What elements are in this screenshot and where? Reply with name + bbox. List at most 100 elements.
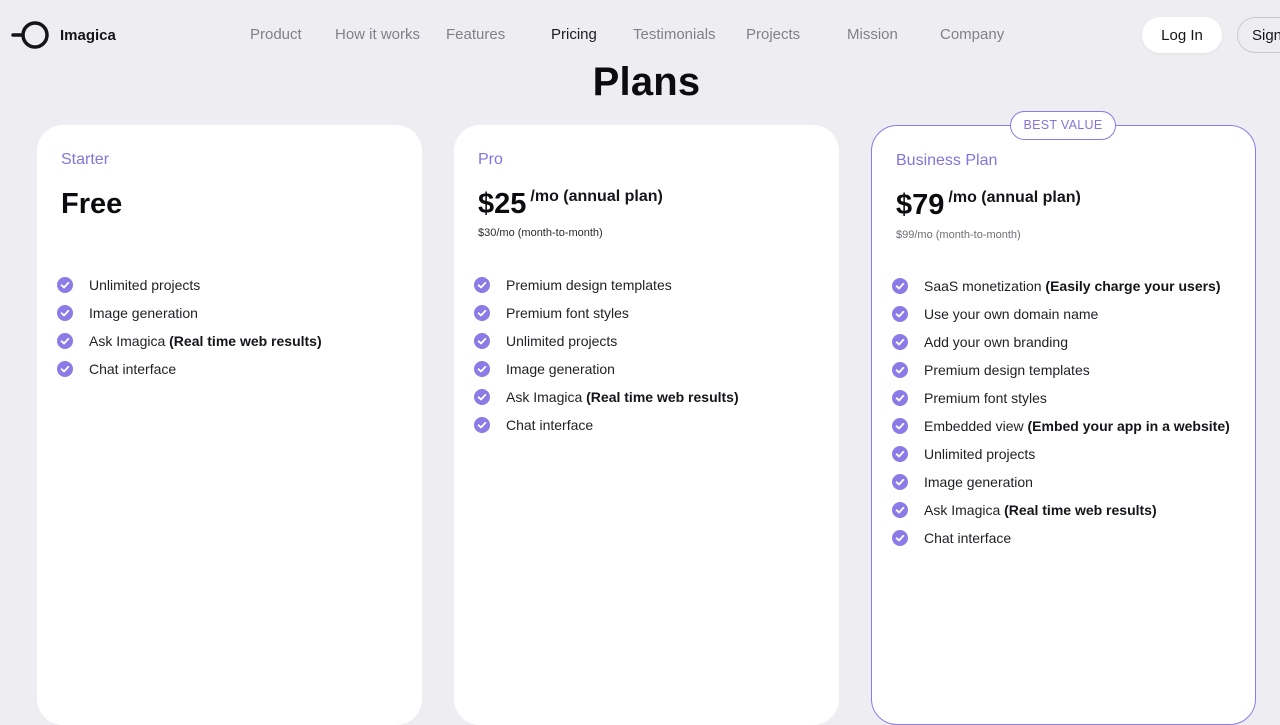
- feature-text: Embedded view (Embed your app in a websi…: [924, 418, 1230, 434]
- list-item: Chat interface: [892, 524, 1230, 552]
- check-circle-icon: [892, 362, 908, 378]
- price-period: /mo (annual plan): [530, 188, 663, 205]
- check-circle-icon: [57, 361, 73, 377]
- feature-label: Ask Imagica: [924, 502, 1001, 518]
- feature-emphasis: (Real time web results): [169, 333, 322, 349]
- list-item: Unlimited projects: [474, 327, 739, 355]
- list-item: Ask Imagica (Real time web results): [892, 496, 1230, 524]
- feature-text: Add your own branding: [924, 334, 1068, 350]
- feature-text: Chat interface: [924, 530, 1012, 546]
- list-item: Image generation: [57, 299, 322, 327]
- plan-card-business: BEST VALUE Business Plan $79 /mo (annual…: [871, 111, 1256, 725]
- best-value-badge: BEST VALUE: [1010, 111, 1116, 140]
- check-circle-icon: [892, 278, 908, 294]
- nav-link-how-it-works[interactable]: How it works: [335, 26, 420, 43]
- feature-text: SaaS monetization (Easily charge your us…: [924, 278, 1221, 294]
- check-circle-icon: [892, 334, 908, 350]
- feature-label: Ask Imagica: [89, 333, 166, 349]
- check-circle-icon: [892, 418, 908, 434]
- feature-emphasis: (Real time web results): [1004, 502, 1157, 518]
- page-title: Plans: [592, 60, 701, 104]
- check-circle-icon: [892, 502, 908, 518]
- feature-label: Embedded view: [924, 418, 1024, 434]
- feature-list: Premium design templates Premium font st…: [474, 271, 739, 439]
- check-circle-icon: [474, 305, 490, 321]
- check-circle-icon: [474, 277, 490, 293]
- check-circle-icon: [892, 390, 908, 406]
- feature-text: Premium design templates: [924, 362, 1090, 378]
- plan-name: Starter: [61, 151, 110, 168]
- list-item: Premium design templates: [892, 356, 1230, 384]
- feature-emphasis: (Easily charge your users): [1045, 278, 1221, 294]
- check-circle-icon: [474, 417, 490, 433]
- plan-price: Free: [61, 187, 122, 221]
- feature-emphasis: (Embed your app in a website): [1027, 418, 1230, 434]
- feature-text: Unlimited projects: [924, 446, 1036, 462]
- check-circle-icon: [57, 277, 73, 293]
- list-item: Premium design templates: [474, 271, 739, 299]
- list-item: Premium font styles: [474, 299, 739, 327]
- feature-text: Unlimited projects: [89, 277, 201, 293]
- check-circle-icon: [892, 530, 908, 546]
- price-amount: $79: [896, 189, 945, 221]
- nav-link-features[interactable]: Features: [446, 26, 505, 43]
- check-circle-icon: [892, 306, 908, 322]
- nav-link-testimonials[interactable]: Testimonials: [633, 26, 716, 43]
- list-item: Unlimited projects: [57, 271, 322, 299]
- check-circle-icon: [892, 474, 908, 490]
- plan-name: Business Plan: [896, 152, 998, 169]
- feature-text: Chat interface: [506, 417, 594, 433]
- plan-card-pro: Pro $25 /mo (annual plan) $30/mo (month-…: [454, 125, 839, 725]
- price-note: $99/mo (month-to-month): [896, 229, 1021, 241]
- feature-label: Ask Imagica: [506, 389, 583, 405]
- check-circle-icon: [57, 333, 73, 349]
- list-item: Ask Imagica (Real time web results): [57, 327, 322, 355]
- check-circle-icon: [474, 361, 490, 377]
- feature-text: Ask Imagica (Real time web results): [924, 502, 1157, 518]
- list-item: Add your own branding: [892, 328, 1230, 356]
- nav-link-mission[interactable]: Mission: [847, 26, 898, 43]
- list-item: Chat interface: [57, 355, 322, 383]
- nav-link-company[interactable]: Company: [940, 26, 1004, 43]
- price-amount: $25: [478, 188, 527, 220]
- list-item: Ask Imagica (Real time web results): [474, 383, 739, 411]
- price-period: /mo (annual plan): [948, 189, 1081, 206]
- feature-label: SaaS monetization: [924, 278, 1042, 294]
- plan-price: $79 /mo (annual plan): [896, 188, 1081, 222]
- list-item: Use your own domain name: [892, 300, 1230, 328]
- price-note: $30/mo (month-to-month): [478, 227, 603, 239]
- feature-list: SaaS monetization (Easily charge your us…: [892, 272, 1230, 552]
- feature-text: Image generation: [506, 361, 615, 377]
- price-amount: Free: [61, 188, 123, 220]
- feature-text: Unlimited projects: [506, 333, 618, 349]
- plan-price: $25 /mo (annual plan): [478, 187, 663, 221]
- plan-card-starter: Starter Free Unlimited projects Image ge…: [37, 125, 422, 725]
- signup-button[interactable]: Sign: [1237, 17, 1280, 53]
- feature-list: Unlimited projects Image generation Ask …: [57, 271, 322, 383]
- imagica-logo-icon: [11, 21, 49, 49]
- list-item: SaaS monetization (Easily charge your us…: [892, 272, 1230, 300]
- feature-text: Premium font styles: [506, 305, 629, 321]
- check-circle-icon: [57, 305, 73, 321]
- list-item: Unlimited projects: [892, 440, 1230, 468]
- nav-link-product[interactable]: Product: [250, 26, 302, 43]
- feature-emphasis: (Real time web results): [586, 389, 739, 405]
- login-button[interactable]: Log In: [1142, 17, 1222, 53]
- list-item: Chat interface: [474, 411, 739, 439]
- plan-name: Pro: [478, 151, 503, 168]
- check-circle-icon: [892, 446, 908, 462]
- check-circle-icon: [474, 333, 490, 349]
- check-circle-icon: [474, 389, 490, 405]
- list-item: Embedded view (Embed your app in a websi…: [892, 412, 1230, 440]
- brand-logo[interactable]: Imagica: [11, 20, 116, 50]
- feature-text: Ask Imagica (Real time web results): [89, 333, 322, 349]
- feature-text: Premium font styles: [924, 390, 1047, 406]
- feature-text: Image generation: [924, 474, 1033, 490]
- brand-name: Imagica: [60, 26, 116, 44]
- nav-link-pricing[interactable]: Pricing: [551, 26, 597, 43]
- feature-text: Premium design templates: [506, 277, 672, 293]
- list-item: Image generation: [474, 355, 739, 383]
- feature-text: Chat interface: [89, 361, 177, 377]
- nav-link-projects[interactable]: Projects: [746, 26, 800, 43]
- list-item: Image generation: [892, 468, 1230, 496]
